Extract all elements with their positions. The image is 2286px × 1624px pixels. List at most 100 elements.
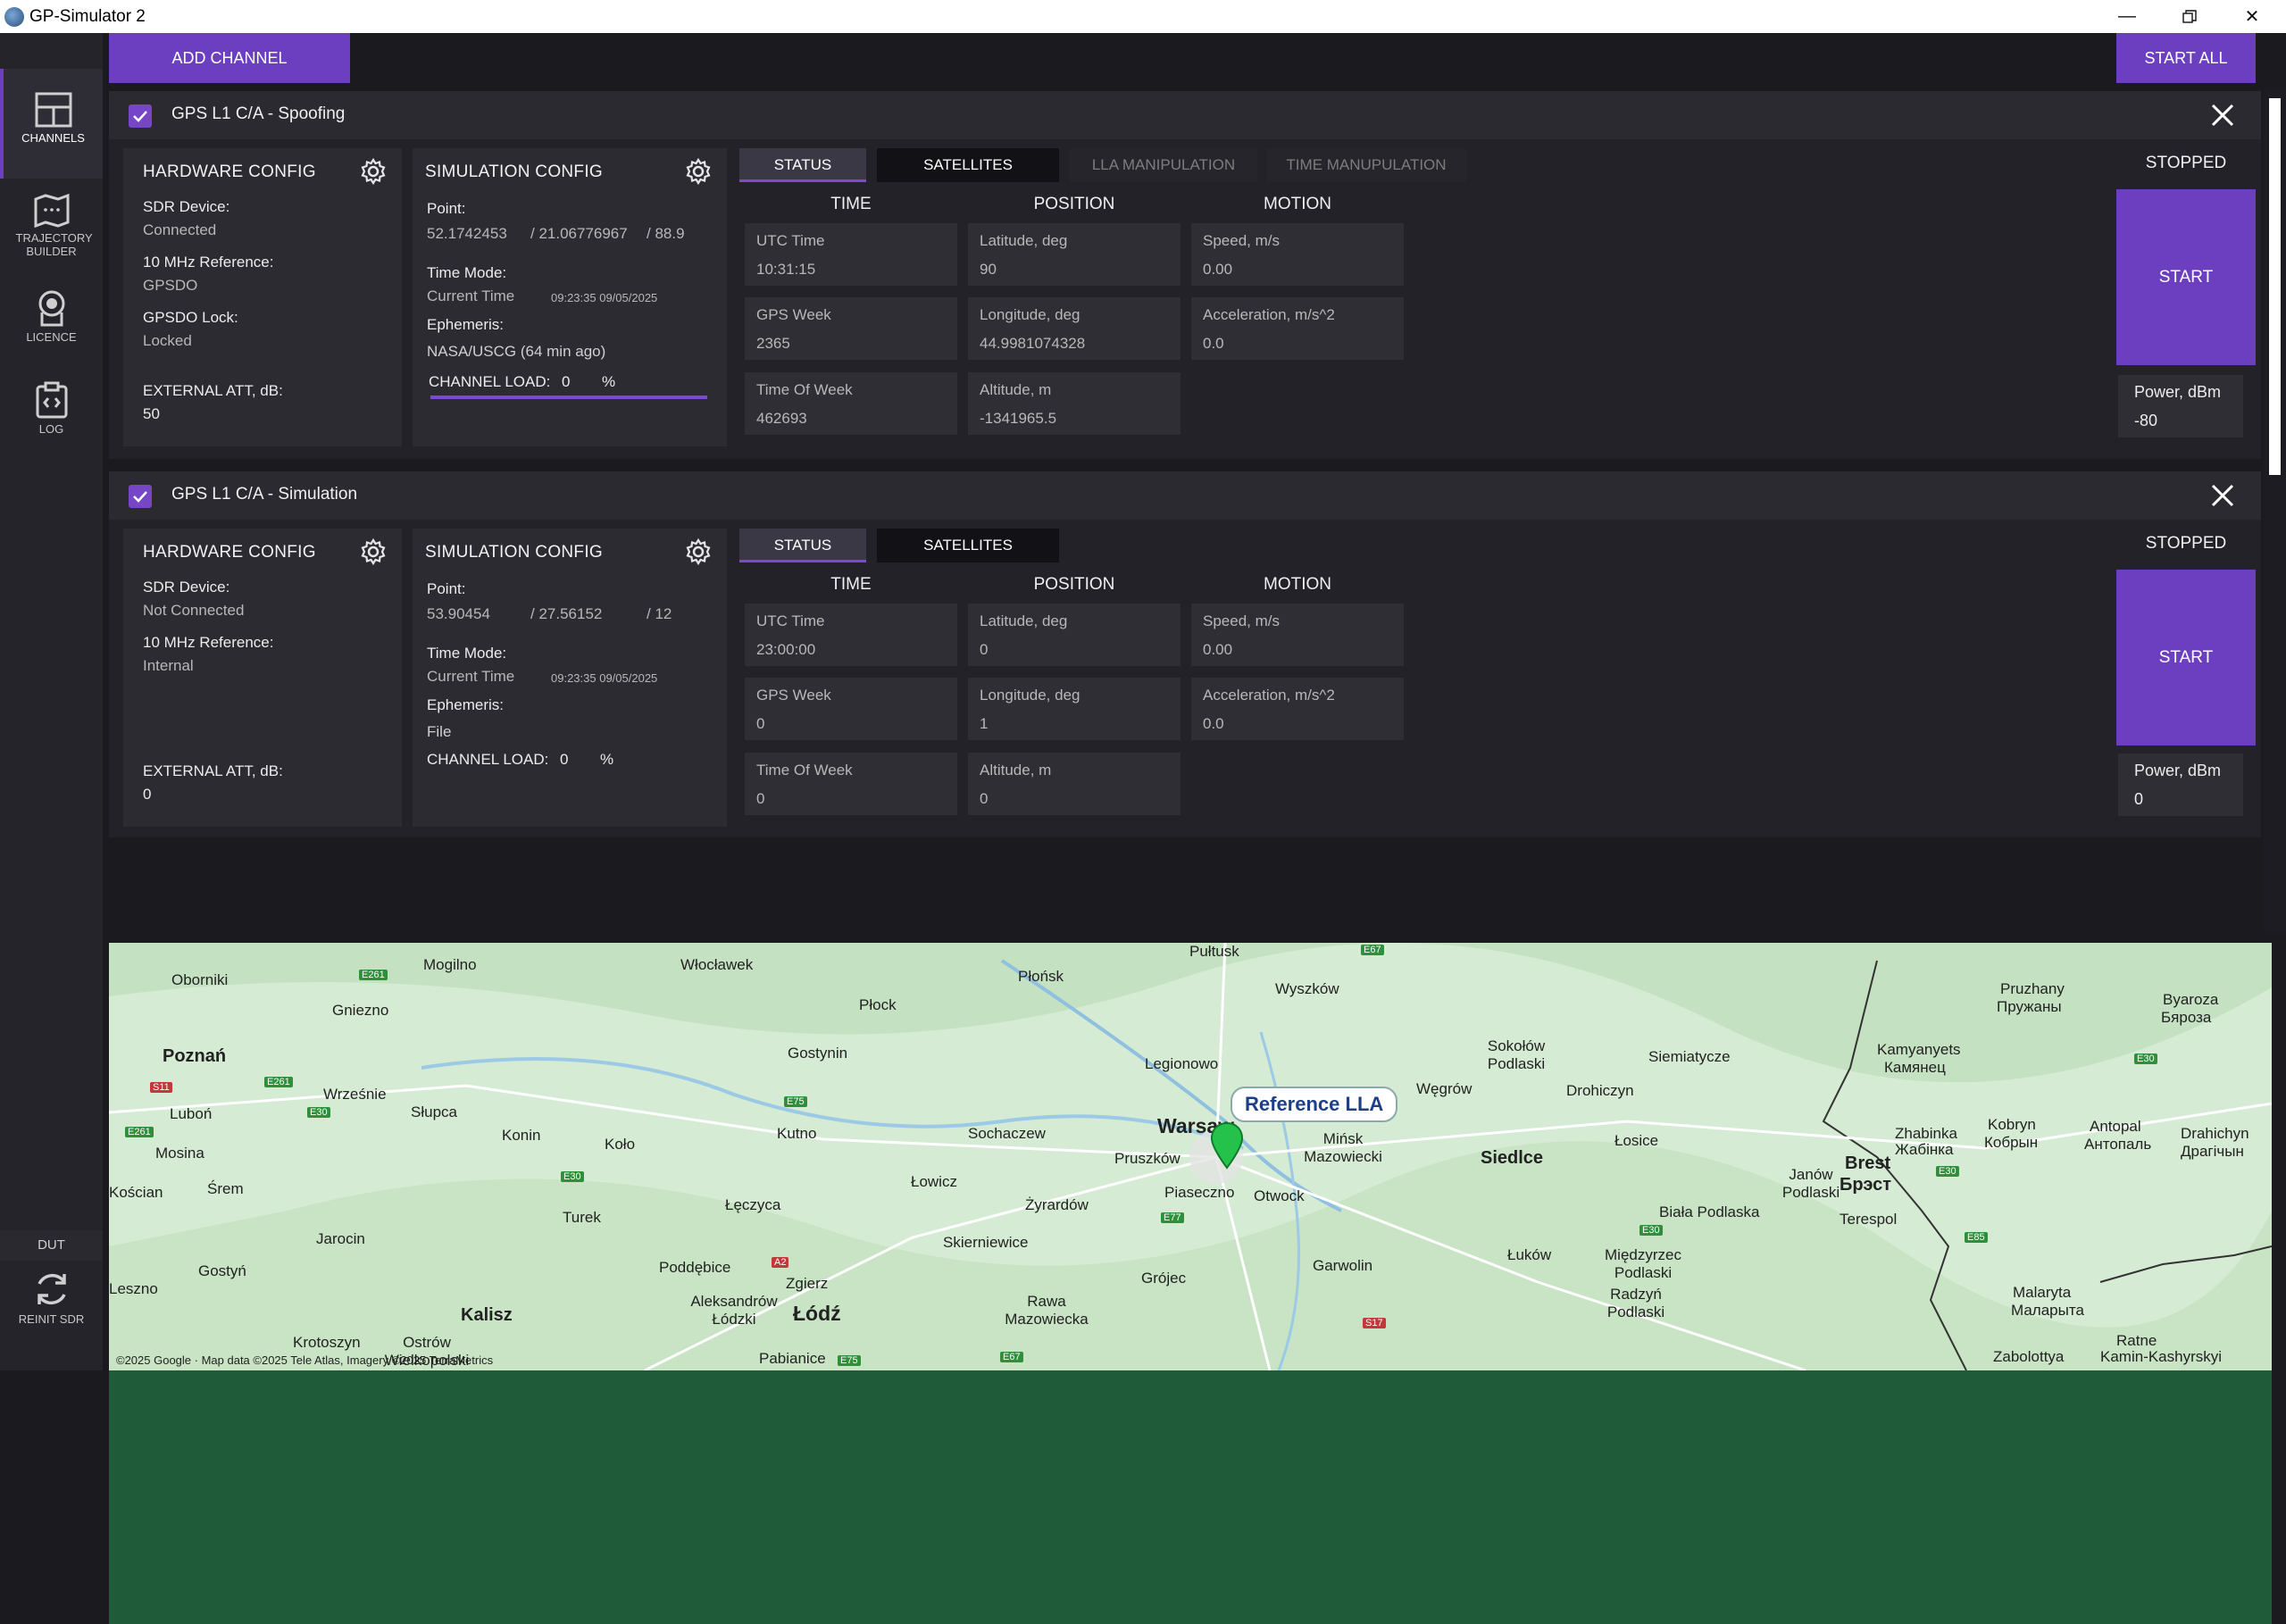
close-channel-icon[interactable]: [2206, 479, 2240, 512]
map-place: Брэст: [1840, 1175, 1892, 1195]
map-place: Zhabinka: [1895, 1125, 1957, 1142]
tab-status[interactable]: STATUS: [739, 529, 866, 562]
time-mode-value: Current Time: [427, 287, 515, 304]
start-channel-button[interactable]: START: [2116, 570, 2256, 745]
reinit-sdr-button[interactable]: REINIT SDR: [0, 1270, 103, 1341]
channel-enable-checkbox[interactable]: [129, 104, 152, 128]
map-place: Кобрын: [1984, 1134, 2039, 1151]
map-place: Poznań: [163, 1046, 227, 1066]
tab-satellites[interactable]: SATELLITES: [877, 529, 1059, 562]
restore-icon[interactable]: [2158, 0, 2221, 33]
ephemeris-label: Ephemeris:: [427, 316, 504, 333]
app-icon: [4, 7, 24, 27]
map-place: Zabolottya: [1993, 1348, 2065, 1365]
point-label: Point:: [427, 580, 466, 597]
column-position: POSITION: [1033, 575, 1115, 594]
map-road-label: E30: [1639, 1225, 1663, 1236]
tab-status[interactable]: STATUS: [739, 148, 866, 182]
map-place: Radzyń Podlaski: [1606, 1286, 1665, 1320]
point-lat-value: 52.1742453: [427, 225, 507, 242]
utc-time-field: UTC Time 10:31:15: [745, 223, 957, 286]
external-att-value[interactable]: 0: [143, 786, 151, 804]
map-place: Płońsk: [1018, 968, 1064, 985]
map-place: Śrem: [207, 1180, 244, 1197]
start-channel-button[interactable]: START: [2116, 189, 2256, 365]
map-place: Mosina: [155, 1145, 204, 1162]
scrollbar-thumb[interactable]: [2269, 98, 2281, 475]
map-place: Biała Podlaska: [1659, 1203, 1760, 1220]
map-place: Siemiatycze: [1648, 1048, 1731, 1065]
map-place: Łosice: [1614, 1132, 1659, 1149]
time-of-week-field: Time Of Week 462693: [745, 372, 957, 435]
map-road-label: S11: [150, 1082, 172, 1093]
minimize-icon[interactable]: —: [2096, 0, 2158, 33]
map-place: Pruszków: [1114, 1150, 1181, 1167]
map-place: Otwock: [1254, 1187, 1305, 1204]
map-road-label: E75: [784, 1096, 807, 1107]
point-lat-value: 53.90454: [427, 605, 490, 622]
log-icon: [36, 381, 67, 419]
map-road-label: E77: [1161, 1212, 1184, 1223]
gear-icon[interactable]: [684, 537, 713, 566]
map-place: Grójec: [1141, 1270, 1187, 1287]
point-alt-value: / 12: [647, 605, 672, 622]
sdr-device-label: SDR Device:: [143, 198, 230, 215]
acceleration-field: Acceleration, m/s^2 0.0: [1191, 297, 1404, 360]
map-road-label: E261: [125, 1127, 154, 1137]
channel-title: GPS L1 C/A - Spoofing: [171, 104, 346, 123]
map-place: Wrześnie: [323, 1086, 387, 1103]
time-stamp: 09:23:35 09/05/2025: [551, 671, 658, 685]
start-all-button[interactable]: START ALL: [2116, 33, 2256, 83]
tab-time-manipulation[interactable]: TIME MANUPULATION: [1266, 148, 1466, 182]
utc-time-field: UTC Time 23:00:00: [745, 604, 957, 666]
tab-lla-manipulation[interactable]: LLA MANIPULATION: [1070, 148, 1257, 182]
sidebar-item-label: LOG: [38, 422, 64, 436]
sidebar-item-channels[interactable]: CHANNELS: [0, 69, 103, 179]
map-route-icon: [34, 194, 69, 228]
add-channel-button[interactable]: ADD CHANNEL: [109, 33, 350, 83]
power-field[interactable]: Power, dBm -80: [2118, 375, 2243, 437]
map-place: Słupca: [411, 1103, 457, 1120]
sidebar-item-log[interactable]: LOG: [0, 381, 103, 444]
gear-icon[interactable]: [684, 157, 713, 186]
certificate-icon: [38, 290, 64, 327]
sidebar-item-licence[interactable]: LICENCE: [0, 289, 103, 352]
sidebar-item-label: TRAJECTORY BUILDER: [15, 231, 93, 258]
channel-enable-checkbox[interactable]: [129, 485, 152, 508]
map-place: Драгічын: [2181, 1143, 2244, 1160]
map-place: Oborniki: [171, 971, 229, 988]
ephemeris-value: File: [427, 723, 452, 740]
sidebar-item-trajectory-builder[interactable]: TRAJECTORY BUILDER: [0, 194, 103, 270]
channel-load-unit: %: [600, 751, 614, 768]
panel-title: HARDWARE CONFIG: [143, 543, 316, 562]
power-field[interactable]: Power, dBm 0: [2118, 754, 2243, 816]
map-view[interactable]: Poznań Gniezno Włocławek Płock Płońsk Pu…: [109, 943, 2272, 1370]
column-motion: MOTION: [1264, 195, 1331, 213]
external-att-value[interactable]: 50: [143, 405, 160, 423]
close-channel-icon[interactable]: [2206, 98, 2240, 132]
map-road-label: E30: [2134, 1054, 2157, 1064]
map-place: Brest: [1845, 1153, 1891, 1173]
map-place: Rawa Mazowiecka: [1005, 1293, 1089, 1328]
map-place: Sokołów Podlaski: [1487, 1037, 1546, 1072]
channels-scrollbar[interactable]: [2264, 89, 2286, 933]
map-place: Zgierz: [786, 1275, 829, 1292]
map-place: Turek: [563, 1209, 601, 1226]
map-place: Siedlce: [1481, 1148, 1544, 1168]
map-place: Garwolin: [1313, 1257, 1373, 1274]
panel-title: SIMULATION CONFIG: [425, 162, 603, 181]
reference-lla-marker-label[interactable]: Reference LLA: [1231, 1087, 1398, 1122]
map-road-label: E30: [1936, 1166, 1959, 1177]
map-place: Жабінка: [1895, 1141, 1954, 1158]
tab-satellites[interactable]: SATELLITES: [877, 148, 1059, 182]
hardware-config-panel: HARDWARE CONFIG SDR Device: Connected 10…: [123, 148, 402, 446]
acceleration-field: Acceleration, m/s^2 0.0: [1191, 678, 1404, 740]
map-pin-icon[interactable]: [1209, 1121, 1245, 1171]
map-place: Międzyrzec Podlaski: [1605, 1246, 1681, 1281]
channel-state: STOPPED: [2145, 154, 2227, 172]
check-icon: [133, 491, 147, 503]
sidebar-dut-toggle[interactable]: DUT: [0, 1230, 103, 1261]
gear-icon[interactable]: [359, 537, 388, 566]
close-window-icon[interactable]: ✕: [2221, 0, 2283, 33]
gear-icon[interactable]: [359, 157, 388, 186]
